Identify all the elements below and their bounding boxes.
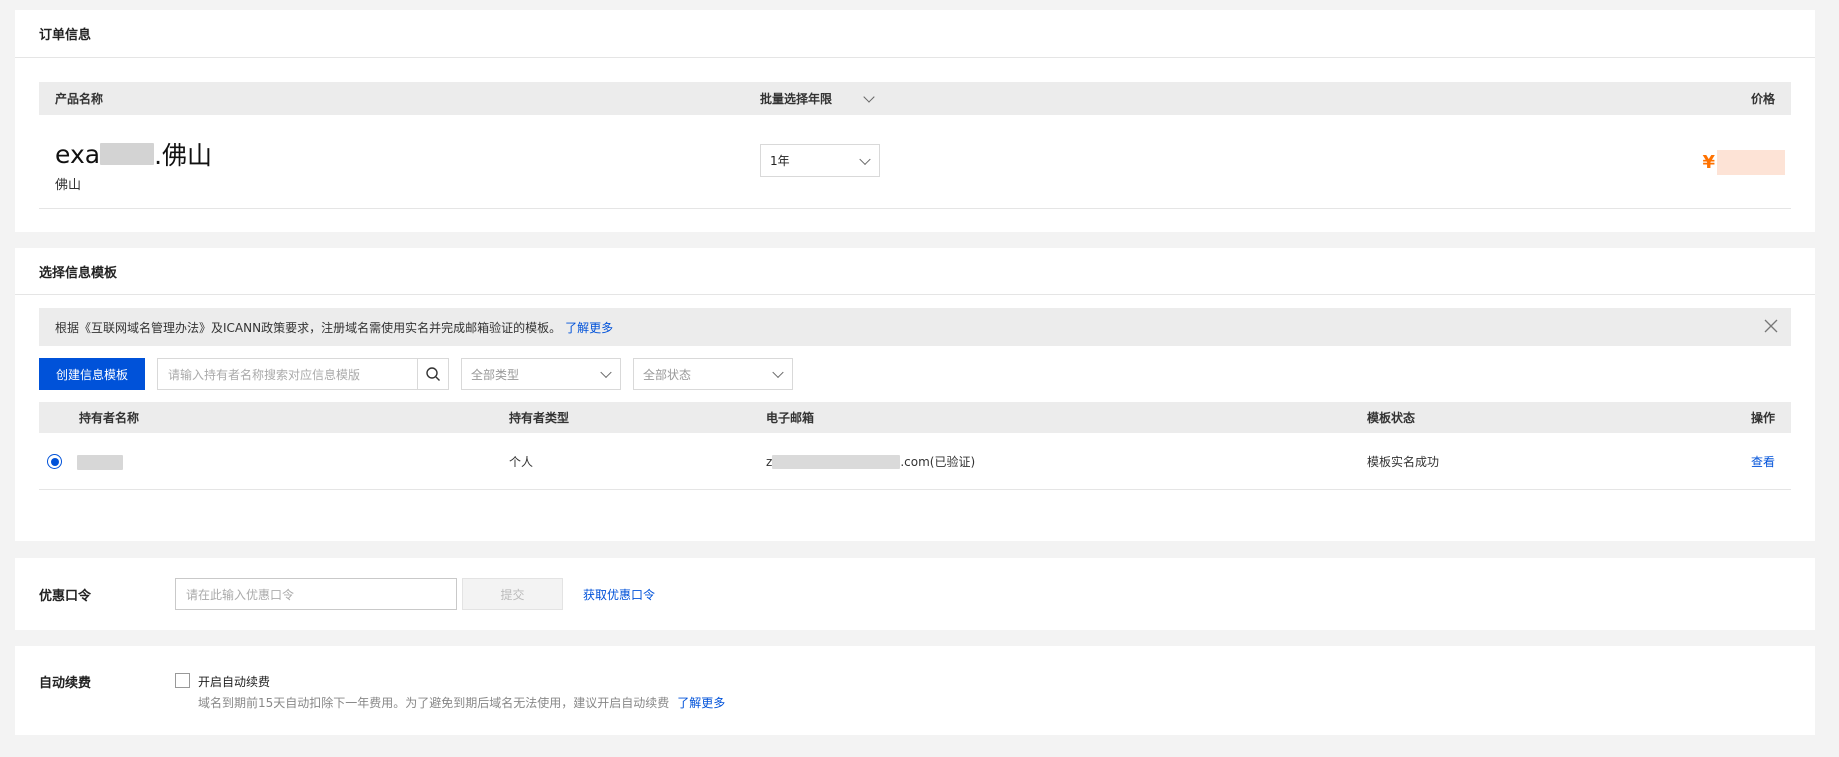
- col-batch-years-label: 批量选择年限: [760, 92, 833, 106]
- type-filter-value: 全部类型: [471, 367, 520, 382]
- order-info-title: 订单信息: [15, 10, 1815, 58]
- holder-name-redacted: [77, 455, 123, 470]
- template-card: 选择信息模板 根据《互联网域名管理办法》及ICANN政策要求，注册域名需使用实名…: [15, 248, 1815, 541]
- email-redacted: [772, 454, 901, 469]
- coupon-input[interactable]: 请在此输入优惠口令: [175, 578, 457, 610]
- chevron-down-icon: [859, 153, 871, 165]
- autorenew-card: 自动续费 开启自动续费 域名到期前15天自动扣除下一年费用。为了避免到期后域名无…: [15, 646, 1815, 735]
- product-name-prefix: exa: [55, 139, 101, 169]
- chevron-down-icon: [863, 90, 875, 103]
- autorenew-checkbox-label: 开启自动续费: [198, 675, 271, 689]
- col-batch-years[interactable]: 批量选择年限: [760, 90, 875, 107]
- template-row-divider: [39, 489, 1791, 490]
- autorenew-desc-text: 域名到期前15天自动扣除下一年费用。为了避免到期后域名无法使用，建议开启自动续费: [198, 696, 670, 710]
- notice-text: 根据《互联网域名管理办法》及ICANN政策要求，注册域名需使用实名并完成邮箱验证…: [55, 320, 562, 335]
- coupon-card: 优惠口令 请在此输入优惠口令 提交 获取优惠口令: [15, 558, 1815, 630]
- row-holder-type: 个人: [509, 455, 534, 469]
- create-template-button[interactable]: 创建信息模板: [39, 358, 145, 390]
- close-icon[interactable]: [1763, 318, 1779, 334]
- table-row[interactable]: 个人 z .com(已验证) 模板实名成功 查看: [39, 433, 1791, 489]
- radio-dot: [50, 457, 59, 466]
- autorenew-desc: 域名到期前15天自动扣除下一年费用。为了避免到期后域名无法使用，建议开启自动续费…: [198, 694, 725, 711]
- order-row-divider: [39, 208, 1791, 209]
- view-link[interactable]: 查看: [1751, 453, 1775, 470]
- search-button[interactable]: [417, 358, 449, 390]
- notice-learn-more-link[interactable]: 了解更多: [565, 319, 613, 336]
- col-email: 电子邮箱: [766, 411, 815, 425]
- holder-search-input[interactable]: 请输入持有者名称搜索对应信息模版: [157, 358, 417, 390]
- row-radio[interactable]: [47, 454, 62, 469]
- email-suffix: .com(已验证): [900, 455, 976, 469]
- product-name: exa .佛山: [55, 136, 212, 172]
- status-filter-value: 全部状态: [643, 367, 692, 382]
- coupon-label: 优惠口令: [39, 589, 92, 604]
- price: ¥: [1702, 150, 1785, 175]
- chevron-down-icon: [772, 366, 784, 379]
- status-filter-select[interactable]: 全部状态: [633, 358, 793, 390]
- col-price: 价格: [1750, 92, 1775, 106]
- autorenew-label: 自动续费: [39, 676, 92, 691]
- autorenew-checkbox[interactable]: [175, 673, 190, 688]
- col-holder-type: 持有者类型: [509, 411, 570, 425]
- price-value-redacted: [1717, 150, 1785, 175]
- chevron-down-icon: [600, 366, 612, 379]
- template-table-header: 持有者名称 持有者类型 电子邮箱 模板状态 操作: [39, 402, 1791, 433]
- product-name-suffix: .佛山: [154, 141, 213, 170]
- order-table-header: 产品名称 批量选择年限 价格: [39, 82, 1791, 115]
- search-icon: [426, 367, 440, 381]
- order-info-card: 订单信息 产品名称 批量选择年限 价格 exa .佛山 佛山 1年 ¥: [15, 10, 1815, 232]
- year-select-value: 1年: [770, 154, 790, 168]
- autorenew-learn-more-link[interactable]: 了解更多: [677, 694, 725, 711]
- year-select[interactable]: 1年: [760, 144, 880, 177]
- row-email: z .com(已验证): [766, 453, 975, 470]
- coupon-placeholder: 请在此输入优惠口令: [186, 587, 295, 602]
- col-action: 操作: [1750, 411, 1775, 425]
- notice-bar: 根据《互联网域名管理办法》及ICANN政策要求，注册域名需使用实名并完成邮箱验证…: [39, 308, 1791, 346]
- coupon-submit-button[interactable]: 提交: [462, 578, 563, 610]
- col-template-status: 模板状态: [1367, 411, 1416, 425]
- col-holder-name: 持有者名称: [79, 411, 140, 425]
- product-sub: 佛山: [55, 178, 82, 193]
- row-template-status: 模板实名成功: [1367, 455, 1440, 469]
- template-title: 选择信息模板: [15, 248, 1815, 295]
- type-filter-select[interactable]: 全部类型: [461, 358, 621, 390]
- currency-symbol: ¥: [1702, 152, 1715, 173]
- holder-search-placeholder: 请输入持有者名称搜索对应信息模版: [168, 367, 361, 382]
- redacted-block: [100, 143, 155, 165]
- get-coupon-link[interactable]: 获取优惠口令: [583, 586, 655, 603]
- col-product-name: 产品名称: [55, 92, 104, 106]
